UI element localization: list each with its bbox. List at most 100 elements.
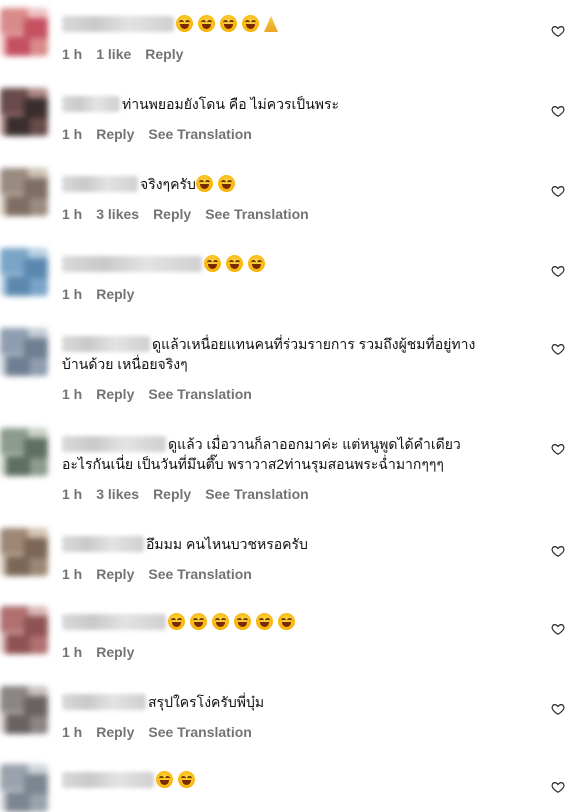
avatar[interactable] <box>0 328 48 376</box>
laughing-emoji-icon <box>176 15 193 32</box>
avatar[interactable] <box>0 606 48 654</box>
comment-meta: 1 h 1 like Reply <box>62 46 197 62</box>
comment-text: ท่านพยอมยังโดน คือ ไม่ควรเป็นพระ <box>122 96 340 112</box>
avatar[interactable] <box>0 88 48 136</box>
comment-meta: 1 h Reply See Translation <box>62 386 266 402</box>
laughing-emoji-icon <box>168 613 185 630</box>
see-translation-link[interactable]: See Translation <box>148 126 251 142</box>
avatar[interactable] <box>0 428 48 476</box>
laughing-emoji-icon <box>248 255 265 272</box>
likes-count[interactable]: 1 like <box>96 46 131 62</box>
heart-outline-icon[interactable] <box>551 780 565 794</box>
reply-button[interactable]: Reply <box>145 46 183 62</box>
timestamp: 1 h <box>62 644 83 660</box>
timestamp: 1 h <box>62 46 83 62</box>
username-blurred[interactable] <box>62 436 166 452</box>
laughing-emoji-icon <box>278 613 295 630</box>
heart-outline-icon[interactable] <box>551 622 565 636</box>
username-blurred[interactable] <box>62 16 174 32</box>
comment-meta: 1 h Reply <box>62 644 148 660</box>
timestamp: 1 h <box>62 566 83 582</box>
reply-button[interactable]: Reply <box>96 566 134 582</box>
comment-text: จริงๆครับ <box>140 176 196 192</box>
avatar[interactable] <box>0 8 48 56</box>
timestamp: 1 h <box>62 386 83 402</box>
username-blurred[interactable] <box>62 176 138 192</box>
pray-emoji-icon <box>264 16 278 32</box>
reply-button[interactable]: Reply <box>96 644 134 660</box>
timestamp: 1 h <box>62 126 83 142</box>
smiling-emoji-icon <box>217 175 235 192</box>
comment-body: อึมมม คนไหนบวชหรอครับ <box>62 534 533 554</box>
comment-text: อึมมม คนไหนบวชหรอครับ <box>146 536 308 552</box>
heart-outline-icon[interactable] <box>551 442 565 456</box>
comment-text: สรุปใครโง่ครับพี่บุ๋ม <box>148 694 265 710</box>
comment-body: ท่านพยอมยังโดน คือ ไม่ควรเป็นพระ <box>62 94 533 114</box>
heart-outline-icon[interactable] <box>551 184 565 198</box>
laughing-emoji-icon <box>256 613 273 630</box>
comment-body: สรุปใครโง่ครับพี่บุ๋ม <box>62 692 533 712</box>
heart-outline-icon[interactable] <box>551 544 565 558</box>
laughing-emoji-icon <box>178 771 195 788</box>
laughing-emoji-icon <box>212 613 229 630</box>
laughing-emoji-icon <box>195 175 213 192</box>
laughing-emoji-icon <box>242 15 259 32</box>
username-blurred[interactable] <box>62 694 146 710</box>
reply-button[interactable]: Reply <box>96 286 134 302</box>
see-translation-link[interactable]: See Translation <box>148 566 251 582</box>
reply-button[interactable]: Reply <box>153 206 191 222</box>
laughing-emoji-icon <box>198 15 215 32</box>
comment-body: ดูแล้วเหนื่อยแทนคนที่ร่วมรายการ รวมถึงผู… <box>62 334 533 374</box>
avatar[interactable] <box>0 248 48 296</box>
username-blurred[interactable] <box>62 536 144 552</box>
comment-meta: 1 h Reply See Translation <box>62 724 266 740</box>
heart-outline-icon[interactable] <box>551 264 565 278</box>
username-blurred[interactable] <box>62 256 202 272</box>
reply-button[interactable]: Reply <box>96 126 134 142</box>
laughing-emoji-icon <box>190 613 207 630</box>
username-blurred[interactable] <box>62 614 166 630</box>
comment-text: ดูแล้วเหนื่อยแทนคนที่ร่วมรายการ รวมถึงผู… <box>152 336 476 352</box>
comment-body: ดูแล้ว เมื่อวานก็ลาออกมาค่ะ แต่หนูพูดได้… <box>62 434 533 474</box>
laughing-emoji-icon <box>234 613 251 630</box>
laughing-emoji-icon <box>220 15 237 32</box>
reply-button[interactable]: Reply <box>96 386 134 402</box>
reply-button[interactable]: Reply <box>96 724 134 740</box>
timestamp: 1 h <box>62 286 83 302</box>
username-blurred[interactable] <box>62 96 120 112</box>
comment-body: จริงๆครับ <box>62 174 533 194</box>
timestamp: 1 h <box>62 206 83 222</box>
username-blurred[interactable] <box>62 772 154 788</box>
laughing-emoji-icon <box>156 771 173 788</box>
see-translation-link[interactable]: See Translation <box>205 206 308 222</box>
heart-outline-icon[interactable] <box>551 24 565 38</box>
reply-button[interactable]: Reply <box>153 486 191 502</box>
avatar[interactable] <box>0 528 48 576</box>
heart-outline-icon[interactable] <box>551 342 565 356</box>
timestamp: 1 h <box>62 724 83 740</box>
likes-count[interactable]: 3 likes <box>96 206 139 222</box>
avatar[interactable] <box>0 686 48 734</box>
see-translation-link[interactable]: See Translation <box>148 386 251 402</box>
username-blurred[interactable] <box>62 336 150 352</box>
comment-text: ดูแล้ว เมื่อวานก็ลาออกมาค่ะ แต่หนูพูดได้… <box>168 436 461 452</box>
comment-body <box>62 770 533 790</box>
see-translation-link[interactable]: See Translation <box>148 724 251 740</box>
heart-outline-icon[interactable] <box>551 702 565 716</box>
heart-outline-icon[interactable] <box>551 104 565 118</box>
comment-body <box>62 14 533 34</box>
laughing-emoji-icon <box>226 255 243 272</box>
avatar[interactable] <box>0 764 48 812</box>
laughing-emoji-icon <box>204 255 221 272</box>
comment-body <box>62 254 533 274</box>
comment-meta: 1 h Reply <box>62 286 148 302</box>
see-translation-link[interactable]: See Translation <box>205 486 308 502</box>
comment-body <box>62 612 533 632</box>
avatar[interactable] <box>0 168 48 216</box>
comment-text-continued: บ้านด้วย เหนื่อยจริงๆ <box>62 356 188 372</box>
comment-meta: 1 h Reply See Translation <box>62 126 266 142</box>
comment-meta: 1 h 3 likes Reply See Translation <box>62 486 323 502</box>
comment-meta: 1 h 3 likes Reply See Translation <box>62 206 323 222</box>
likes-count[interactable]: 3 likes <box>96 486 139 502</box>
timestamp: 1 h <box>62 486 83 502</box>
